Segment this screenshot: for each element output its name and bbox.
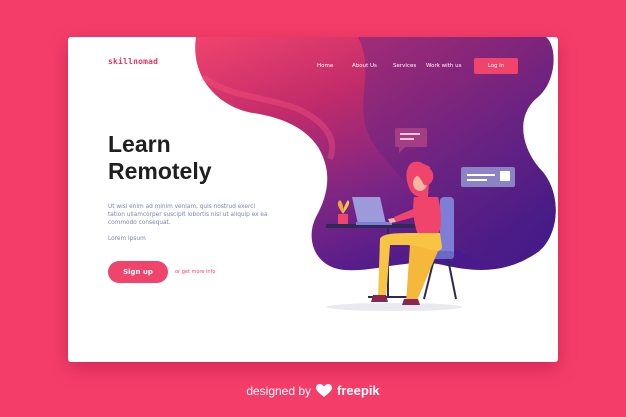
- person-illustration: [371, 161, 442, 305]
- footer-credit: designed by freepik: [0, 383, 626, 398]
- laptop-icon: [352, 197, 392, 225]
- designed-by-text: designed by: [246, 383, 312, 398]
- landing-card: skillnomad Home About Us Services Work w…: [68, 37, 558, 362]
- floor-shadow: [326, 303, 462, 311]
- message-card-icon: [461, 167, 515, 187]
- remote-work-illustration: [326, 128, 515, 311]
- freepik-logo[interactable]: freepik: [337, 383, 380, 398]
- heart-icon: [316, 383, 333, 397]
- plant-icon: [337, 200, 350, 224]
- chat-bubble-icon: [395, 128, 427, 153]
